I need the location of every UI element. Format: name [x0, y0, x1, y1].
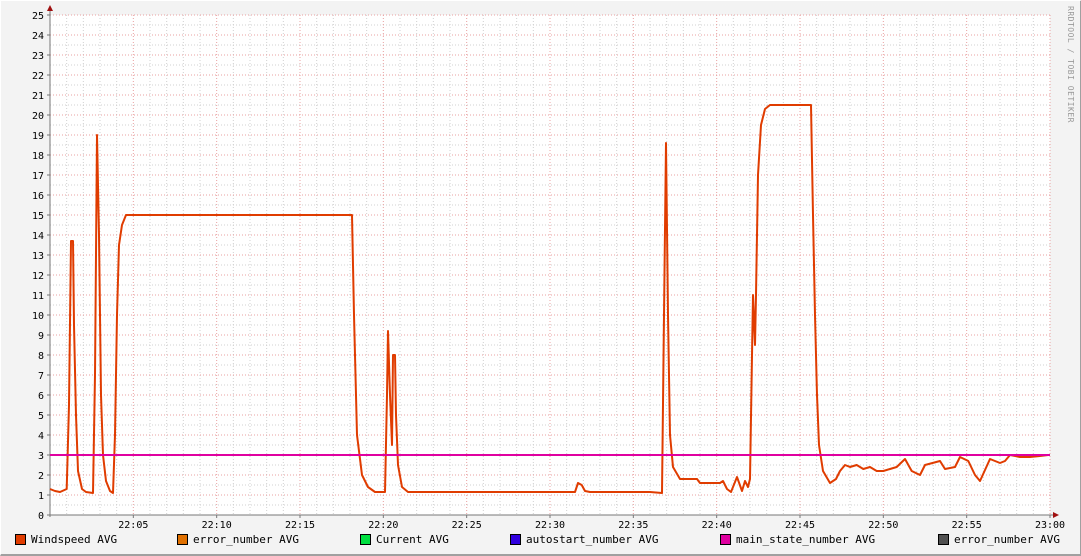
legend-swatch [15, 534, 26, 545]
y-tick-label: 6 [38, 391, 44, 402]
y-tick-label: 19 [32, 131, 44, 142]
y-tick-label: 9 [38, 331, 44, 342]
x-tick-label: 22:55 [952, 520, 982, 531]
watermark: RRDTOOL / TOBI OETIKER [1066, 6, 1075, 123]
x-tick-label: 22:30 [535, 520, 565, 531]
y-tick-label: 14 [32, 231, 44, 242]
x-tick-label: 23:00 [1035, 520, 1065, 531]
y-tick-label: 10 [32, 311, 44, 322]
y-tick-label: 20 [32, 111, 44, 122]
y-tick-label: 13 [32, 251, 44, 262]
y-axis-arrow-icon [47, 5, 53, 11]
legend: Windspeed AVG error_number AVG Current AVG… [0, 533, 1081, 549]
y-tick-label: 4 [38, 431, 44, 442]
y-tick-label: 3 [38, 451, 44, 462]
y-tick-label: 24 [32, 31, 44, 42]
x-tick-label: 22:50 [868, 520, 898, 531]
x-tick-label: 22:20 [368, 520, 398, 531]
y-tick-label: 1 [38, 491, 44, 502]
x-tick-label: 22:35 [618, 520, 648, 531]
legend-item: error_number AVG [938, 533, 1060, 546]
y-tick-label: 25 [32, 11, 44, 22]
legend-item: error_number AVG [177, 533, 299, 546]
legend-label: error_number AVG [193, 533, 299, 546]
x-tick-label: 22:05 [118, 520, 148, 531]
x-tick-label: 22:25 [452, 520, 482, 531]
y-tick-label: 16 [32, 191, 44, 202]
legend-item: autostart_number AVG [510, 533, 658, 546]
y-tick-label: 21 [32, 91, 44, 102]
x-tick-label: 22:15 [285, 520, 315, 531]
y-tick-label: 0 [38, 511, 44, 522]
legend-swatch [938, 534, 949, 545]
legend-swatch [360, 534, 371, 545]
y-tick-label: 2 [38, 471, 44, 482]
y-tick-label: 15 [32, 211, 44, 222]
legend-item: Current AVG [360, 533, 449, 546]
legend-label: autostart_number AVG [526, 533, 659, 546]
y-tick-label: 12 [32, 271, 44, 282]
legend-label: Current AVG [376, 533, 449, 546]
legend-label: error_number AVG [954, 533, 1060, 546]
y-tick-label: 17 [32, 171, 44, 182]
legend-label: Windspeed AVG [31, 533, 118, 546]
x-tick-label: 22:10 [202, 520, 232, 531]
x-tick-label: 22:40 [702, 520, 732, 531]
x-tick-label: 22:45 [785, 520, 815, 531]
y-tick-label: 5 [38, 411, 44, 422]
x-axis-arrow-icon [1053, 512, 1059, 518]
legend-label: main_state_number AVG [736, 533, 876, 546]
line-chart: 0123456789101112131415161718192021222324… [32, 5, 1065, 531]
legend-swatch [510, 534, 521, 545]
legend-swatch [177, 534, 188, 545]
y-tick-label: 8 [38, 351, 44, 362]
y-tick-label: 23 [32, 51, 44, 62]
legend-item: Windspeed AVG [15, 533, 117, 546]
y-tick-label: 22 [32, 71, 44, 82]
legend-item: main_state_number AVG [720, 533, 875, 546]
y-tick-label: 18 [32, 151, 44, 162]
y-tick-label: 7 [38, 371, 44, 382]
legend-swatch [720, 534, 731, 545]
y-tick-label: 11 [32, 291, 44, 302]
